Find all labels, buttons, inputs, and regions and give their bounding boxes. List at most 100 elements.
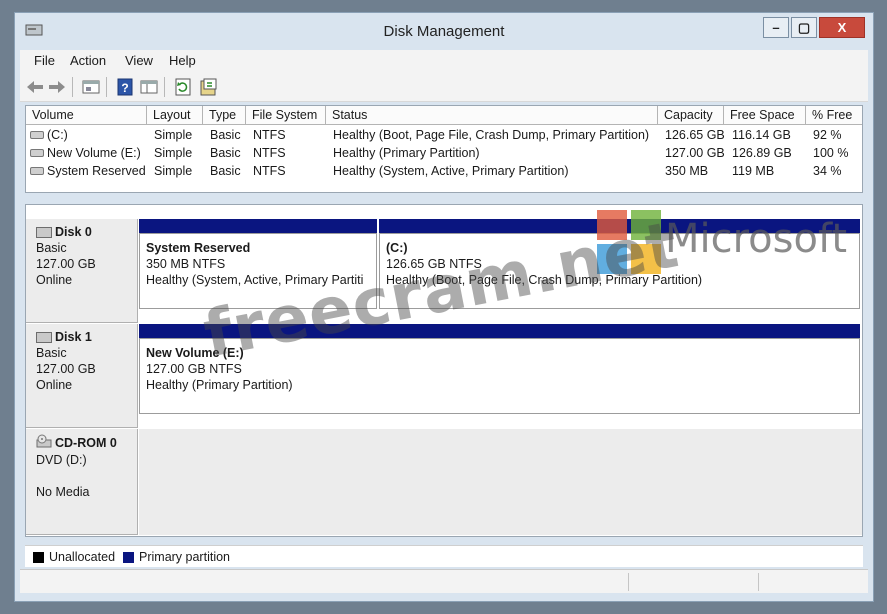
cd-rom-icon: [36, 434, 52, 452]
disk-state: Online: [36, 378, 73, 392]
partition-size: 127.00 GB NTFS: [146, 362, 242, 376]
hard-disk-icon: [36, 331, 52, 343]
close-button[interactable]: X: [819, 17, 865, 38]
forward-arrow-icon[interactable]: [48, 78, 66, 96]
type-cell: Basic: [210, 164, 241, 178]
disk-management-window: Disk Management – ▢ X File Action View H…: [14, 12, 874, 602]
partition-name: New Volume (E:): [146, 346, 244, 360]
column-header-capacity[interactable]: Capacity: [658, 106, 724, 125]
disk-name: Disk 1: [55, 330, 92, 344]
partition-status: Healthy (Primary Partition): [146, 378, 293, 392]
menu-view[interactable]: View: [125, 53, 153, 68]
disk-state: No Media: [36, 485, 90, 499]
partition-c[interactable]: (C:) 126.65 GB NTFS Healthy (Boot, Page …: [379, 219, 860, 309]
disk-row-cd-rom-0: CD-ROM 0 DVD (D:) No Media: [26, 429, 862, 535]
disk-row-disk-0: Disk 0 Basic 127.00 GB Online System Res…: [26, 219, 862, 323]
svg-text:?: ?: [121, 81, 128, 95]
disk-1-label[interactable]: Disk 1 Basic 127.00 GB Online: [26, 324, 138, 428]
partition-name: System Reserved: [146, 241, 251, 255]
disk-type: Basic: [36, 241, 67, 255]
disk-size: 127.00 GB: [36, 257, 96, 271]
fs-cell: NTFS: [253, 146, 286, 160]
percent-free-cell: 34 %: [813, 164, 842, 178]
help-icon[interactable]: ?: [116, 78, 134, 96]
partition-size: 350 MB NTFS: [146, 257, 226, 271]
disk-type: Basic: [36, 346, 67, 360]
status-cell: Healthy (Primary Partition): [333, 146, 480, 160]
status-divider: [628, 573, 629, 591]
cd-rom-0-label[interactable]: CD-ROM 0 DVD (D:) No Media: [26, 429, 138, 535]
column-header-status[interactable]: Status: [326, 106, 658, 125]
drive-icon: [30, 167, 44, 175]
hard-disk-icon: [36, 226, 52, 238]
percent-free-cell: 100 %: [813, 146, 849, 160]
status-cell: Healthy (System, Active, Primary Partiti…: [333, 164, 569, 178]
disk-type: DVD (D:): [36, 453, 87, 467]
properties-icon[interactable]: [82, 78, 100, 96]
status-bar: [20, 569, 868, 593]
primary-partition-bar: [139, 219, 377, 233]
column-header-volume[interactable]: Volume: [26, 106, 147, 125]
disk-name: Disk 0: [55, 225, 92, 239]
partition-system-reserved[interactable]: System Reserved 350 MB NTFS Healthy (Sys…: [139, 219, 377, 309]
disk-size: 127.00 GB: [36, 362, 96, 376]
percent-free-cell: 92 %: [813, 128, 842, 142]
capacity-cell: 350 MB: [665, 164, 709, 178]
layout-cell: Simple: [154, 164, 193, 178]
legend-unallocated: Unallocated: [49, 550, 116, 564]
partition-e[interactable]: New Volume (E:) 127.00 GB NTFS Healthy (…: [139, 324, 860, 414]
partition-name: (C:): [386, 241, 408, 255]
volume-name: New Volume (E:): [47, 146, 141, 160]
menu-help[interactable]: Help: [169, 53, 196, 68]
primary-partition-bar: [139, 324, 860, 338]
column-header-percent-free[interactable]: % Free: [806, 106, 862, 125]
back-arrow-icon[interactable]: [26, 78, 44, 96]
cd-rom-empty-area: [139, 429, 862, 535]
capacity-cell: 126.65 GB: [665, 128, 725, 142]
console-tree-icon[interactable]: [140, 78, 158, 96]
volume-name: (C:): [47, 128, 68, 142]
rescan-icon[interactable]: [200, 78, 218, 96]
free-space-cell: 116.14 GB: [732, 128, 791, 142]
menu-bar: File Action View Help: [20, 50, 868, 72]
disk-0-label[interactable]: Disk 0 Basic 127.00 GB Online: [26, 219, 138, 323]
toolbar: ?: [20, 72, 868, 102]
unallocated-swatch: [33, 552, 44, 563]
disk-state: Online: [36, 273, 73, 287]
restore-button[interactable]: ▢: [791, 17, 817, 38]
window-title: Disk Management: [383, 23, 505, 40]
layout-cell: Simple: [154, 146, 193, 160]
capacity-cell: 127.00 GB: [665, 146, 725, 160]
partition-status: Healthy (Boot, Page File, Crash Dump, Pr…: [386, 273, 703, 287]
column-header-type[interactable]: Type: [203, 106, 246, 125]
fs-cell: NTFS: [253, 128, 286, 142]
volume-list[interactable]: Volume Layout Type File System Status Ca…: [25, 105, 863, 193]
volume-name: System Reserved: [47, 164, 146, 178]
disk-name: CD-ROM 0: [55, 436, 117, 450]
legend: Unallocated Primary partition: [25, 545, 863, 567]
free-space-cell: 119 MB: [732, 164, 775, 178]
type-cell: Basic: [210, 128, 241, 142]
disk-row-disk-1: Disk 1 Basic 127.00 GB Online New Volume…: [26, 324, 862, 428]
refresh-icon[interactable]: [174, 78, 192, 96]
menu-action[interactable]: Action: [70, 53, 106, 68]
toolbar-separator: [72, 77, 73, 97]
layout-cell: Simple: [154, 128, 193, 142]
type-cell: Basic: [210, 146, 241, 160]
status-divider: [758, 573, 759, 591]
free-space-cell: 126.89 GB: [732, 146, 792, 160]
column-header-layout[interactable]: Layout: [147, 106, 203, 125]
legend-primary-partition: Primary partition: [139, 550, 230, 564]
primary-partition-swatch: [123, 552, 134, 563]
toolbar-separator: [106, 77, 107, 97]
partition-size: 126.65 GB NTFS: [386, 257, 482, 271]
minimize-button[interactable]: –: [763, 17, 789, 38]
column-header-file-system[interactable]: File System: [246, 106, 326, 125]
primary-partition-bar: [379, 219, 860, 233]
title-bar[interactable]: Disk Management – ▢ X: [15, 13, 873, 49]
menu-file[interactable]: File: [34, 53, 55, 68]
drive-icon: [30, 149, 44, 157]
partition-status: Healthy (System, Active, Primary Partiti: [146, 273, 364, 287]
column-header-free-space[interactable]: Free Space: [724, 106, 806, 125]
